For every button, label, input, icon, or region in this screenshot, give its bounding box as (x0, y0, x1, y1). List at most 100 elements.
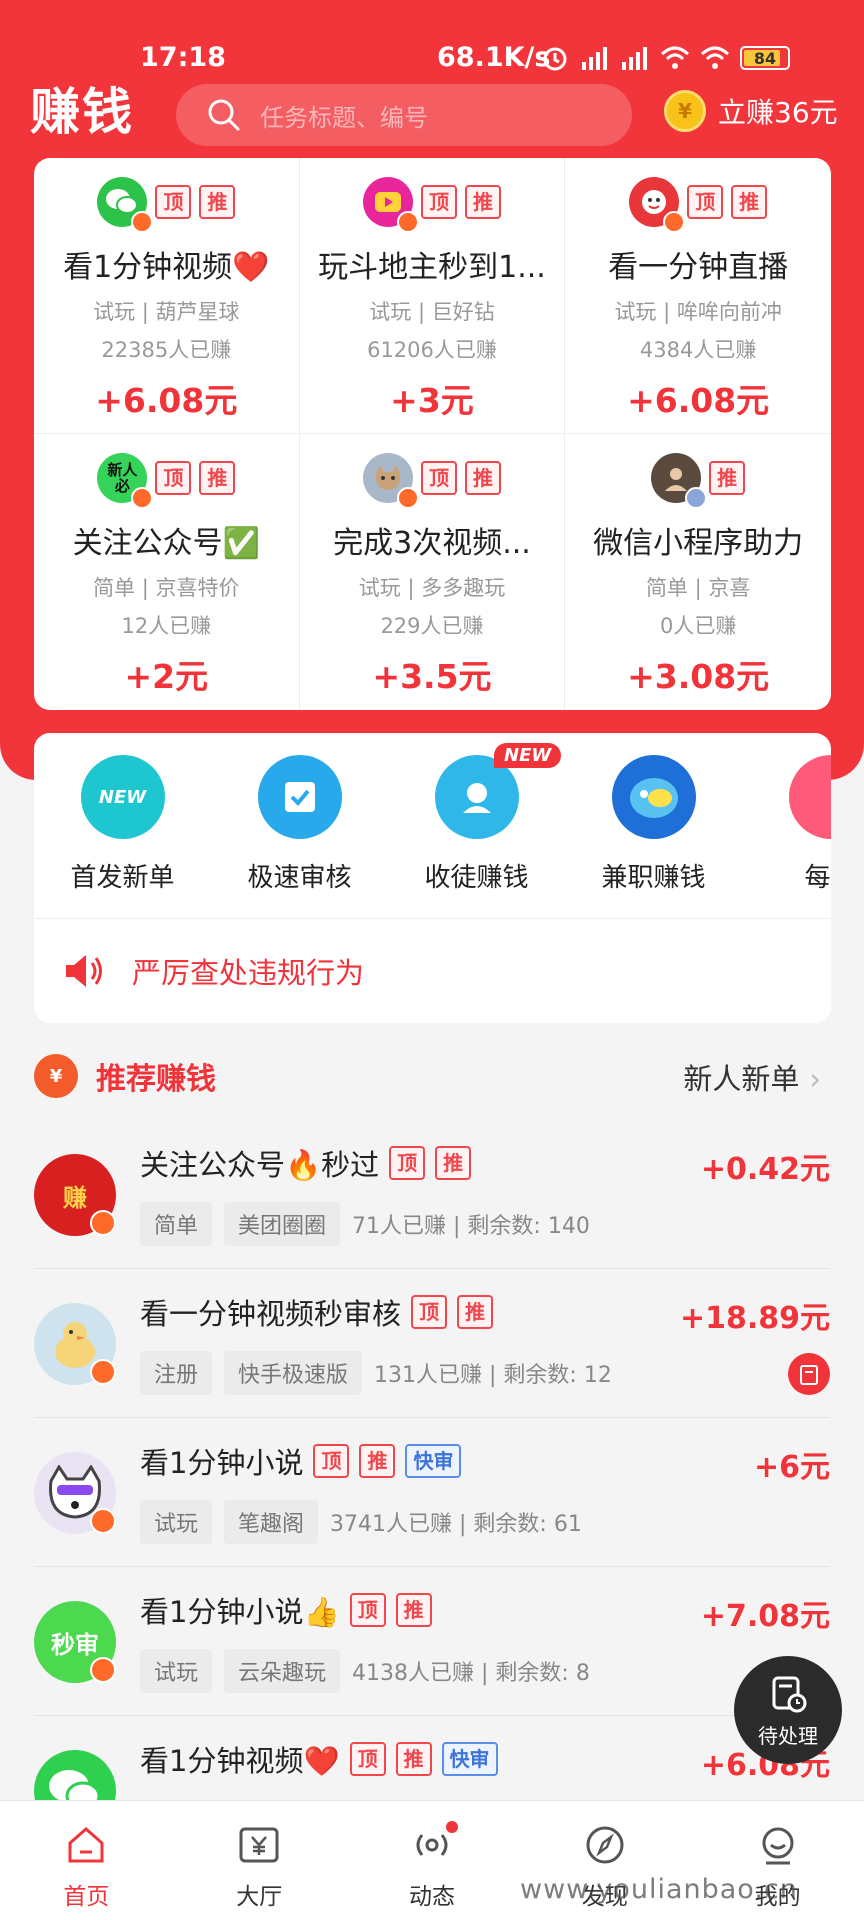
new-icon-text: NEW (98, 786, 147, 808)
crown-icon (131, 211, 154, 233)
featured-task[interactable]: 推 微信小程序助力 简单 | 京喜 0人已赚 +3.08元 (565, 434, 831, 710)
task-title: 看1分钟小说 (140, 1446, 304, 1480)
task-title: 看一分钟直播 (608, 250, 789, 285)
task-earned-count: 0人已赚 (659, 614, 737, 638)
tag-recommend: 推 (395, 1742, 432, 1776)
tag-recommend: 推 (464, 461, 501, 495)
tag-top: 顶 (389, 1146, 426, 1180)
instant-earn-button[interactable]: ¥ 立赚36元 (664, 90, 838, 132)
wifi-icon (660, 46, 690, 69)
list-item[interactable]: 看一分钟视频秒审核顶推 注册 快手极速版 131人已赚 | 剩余数: 12 +18.… (0, 1269, 864, 1418)
battery-level: 84 (753, 48, 777, 68)
search-placeholder: 任务标题、编号 (260, 103, 428, 132)
task-stats: 3741人已赚 | 剩余数: 61 (330, 1512, 582, 1537)
featured-task[interactable]: 新人必 顶 推 关注公众号✅ 简单 | 京喜特价 12人已赚 +2元 (34, 434, 300, 710)
new-badge: NEW (494, 743, 562, 768)
tag-top: 顶 (313, 1444, 350, 1478)
task-title: 关注公众号✅ (72, 526, 260, 561)
category-recruit[interactable]: NEW 收徒赚钱 (388, 743, 565, 918)
new-icon: NEW (80, 755, 165, 839)
recommend-header: ¥ 推荐赚钱 新人新单 › (34, 1050, 831, 1102)
pending-tasks-button[interactable]: 待处理 (734, 1656, 842, 1764)
featured-task[interactable]: 顶 推 看一分钟直播 试玩 | 哞哞向前冲 4384人已赚 +6.08元 (565, 158, 831, 434)
newbie-tasks-link[interactable]: 新人新单 › (683, 1056, 821, 1098)
tag-top: 顶 (411, 1295, 448, 1329)
task-stats: 131人已赚 | 剩余数: 12 (374, 1363, 612, 1388)
category-first-release[interactable]: NEW 首发新单 (34, 755, 211, 918)
avatar-text: 秒审 (51, 1630, 99, 1659)
category-label: 极速审核 (247, 863, 352, 893)
task-type: 试玩 | 哞哞向前冲 (614, 300, 782, 324)
featured-tasks-card: 顶 推 看1分钟视频❤️ 试玩 | 葫芦星球 22385人已赚 +6.08元 顶… (34, 158, 831, 710)
tag-fast-review: 快审 (441, 1742, 498, 1776)
category-daily[interactable]: 每日 (742, 755, 831, 918)
task-earned-count: 4384人已赚 (639, 338, 757, 362)
recommend-title: 推荐赚钱 (96, 1062, 216, 1097)
category-label: 兼职赚钱 (601, 863, 706, 893)
task-earned-count: 12人已赚 (121, 614, 212, 638)
crown-icon (90, 1210, 116, 1236)
tag-recommend: 推 (199, 461, 236, 495)
list-item[interactable]: 赚 关注公众号🔥秒过顶推 简单 美团圈圈 71人已赚 | 剩余数: 140 +0.4… (0, 1120, 864, 1269)
tab-label: 首页 (63, 1884, 110, 1910)
pending-label: 待处理 (758, 1724, 818, 1748)
dog-avatar (34, 1452, 116, 1534)
crown-icon (685, 487, 708, 509)
yuan-ticket-icon (239, 1827, 279, 1863)
newbie-tasks-label: 新人新单 (683, 1062, 800, 1096)
notice-text: 严厉查处违规行为 (132, 956, 365, 990)
task-type-chip: 试玩 (140, 1500, 213, 1544)
task-source-chip: 美团圈圈 (224, 1202, 341, 1246)
featured-task[interactable]: 顶 推 完成3次视频... 试玩 | 多多趣玩 229人已赚 +3.5元 (300, 434, 566, 710)
tag-top: 顶 (155, 185, 192, 219)
task-type-chip: 注册 (140, 1351, 213, 1395)
list-item[interactable]: 看1分钟小说顶推快审 试玩 笔趣阁 3741人已赚 | 剩余数: 61 +6元 (0, 1418, 864, 1567)
task-avatar: 赚 (34, 1154, 116, 1236)
task-type: 试玩 | 多多趣玩 (358, 576, 506, 600)
task-title: 看1分钟视频❤️ (63, 250, 270, 285)
category-fast-review[interactable]: 极速审核 (211, 755, 388, 918)
tab-home[interactable]: 首页 (0, 1801, 173, 1920)
task-type: 试玩 | 巨好钻 (369, 300, 495, 324)
tag-recommend: 推 (395, 1593, 432, 1627)
tag-top: 顶 (420, 461, 457, 495)
featured-task[interactable]: 顶 推 玩斗地主秒到1... 试玩 | 巨好钻 61206人已赚 +3元 (299, 158, 566, 434)
notification-dot (445, 1821, 458, 1833)
pending-clipboard-icon (772, 1676, 807, 1713)
task-reward: +3.08元 (627, 657, 770, 696)
crown-icon (396, 211, 419, 233)
tag-recommend: 推 (199, 185, 236, 219)
coin-icon: ¥ (664, 90, 706, 132)
app-screen: 17:18 68.1K/s 84 赚钱 任务标题、编号 ¥ 立赚36元 顶 推 … (0, 0, 864, 1920)
mascot-icon (629, 177, 686, 233)
task-title: 微信小程序助力 (593, 526, 804, 561)
search-bar[interactable]: 任务标题、编号 (176, 84, 632, 146)
task-reward: +6.08元 (627, 381, 770, 420)
featured-task[interactable]: 顶 推 看1分钟视频❤️ 试玩 | 葫芦星球 22385人已赚 +6.08元 (34, 158, 300, 434)
tag-recommend: 推 (457, 1295, 494, 1329)
task-reward: +7.08元 (700, 1599, 830, 1634)
deposit-icon (788, 1353, 830, 1395)
wechat-icon (97, 177, 154, 233)
tab-label: 大厅 (236, 1884, 283, 1910)
profile-icon (762, 1827, 794, 1865)
task-reward: +3.5元 (372, 657, 492, 696)
category-label: 每日 (804, 863, 831, 893)
tag-recommend: 推 (709, 461, 746, 495)
task-type-chip: 试玩 (140, 1649, 213, 1693)
status-time: 17:18 (140, 42, 226, 73)
crown-icon (131, 487, 154, 509)
tab-activity[interactable]: 动态 (346, 1801, 519, 1920)
task-title: 玩斗地主秒到1... (318, 250, 546, 285)
tab-hall[interactable]: 大厅 (173, 1801, 346, 1920)
network-speed: 68.1K/s (437, 42, 551, 73)
task-list: 赚 关注公众号🔥秒过顶推 简单 美团圈圈 71人已赚 | 剩余数: 140 +0.4… (0, 1120, 864, 1865)
robot-mascot-icon (611, 755, 696, 839)
speaker-icon (66, 955, 102, 987)
daily-icon (788, 755, 831, 839)
tag-fast-review: 快审 (405, 1444, 462, 1478)
category-part-time[interactable]: 兼职赚钱 (565, 755, 742, 918)
crown-icon (90, 1657, 116, 1683)
battery-icon: 84 (740, 46, 790, 70)
notice-bar[interactable]: 严厉查处违规行为 (34, 919, 831, 1023)
